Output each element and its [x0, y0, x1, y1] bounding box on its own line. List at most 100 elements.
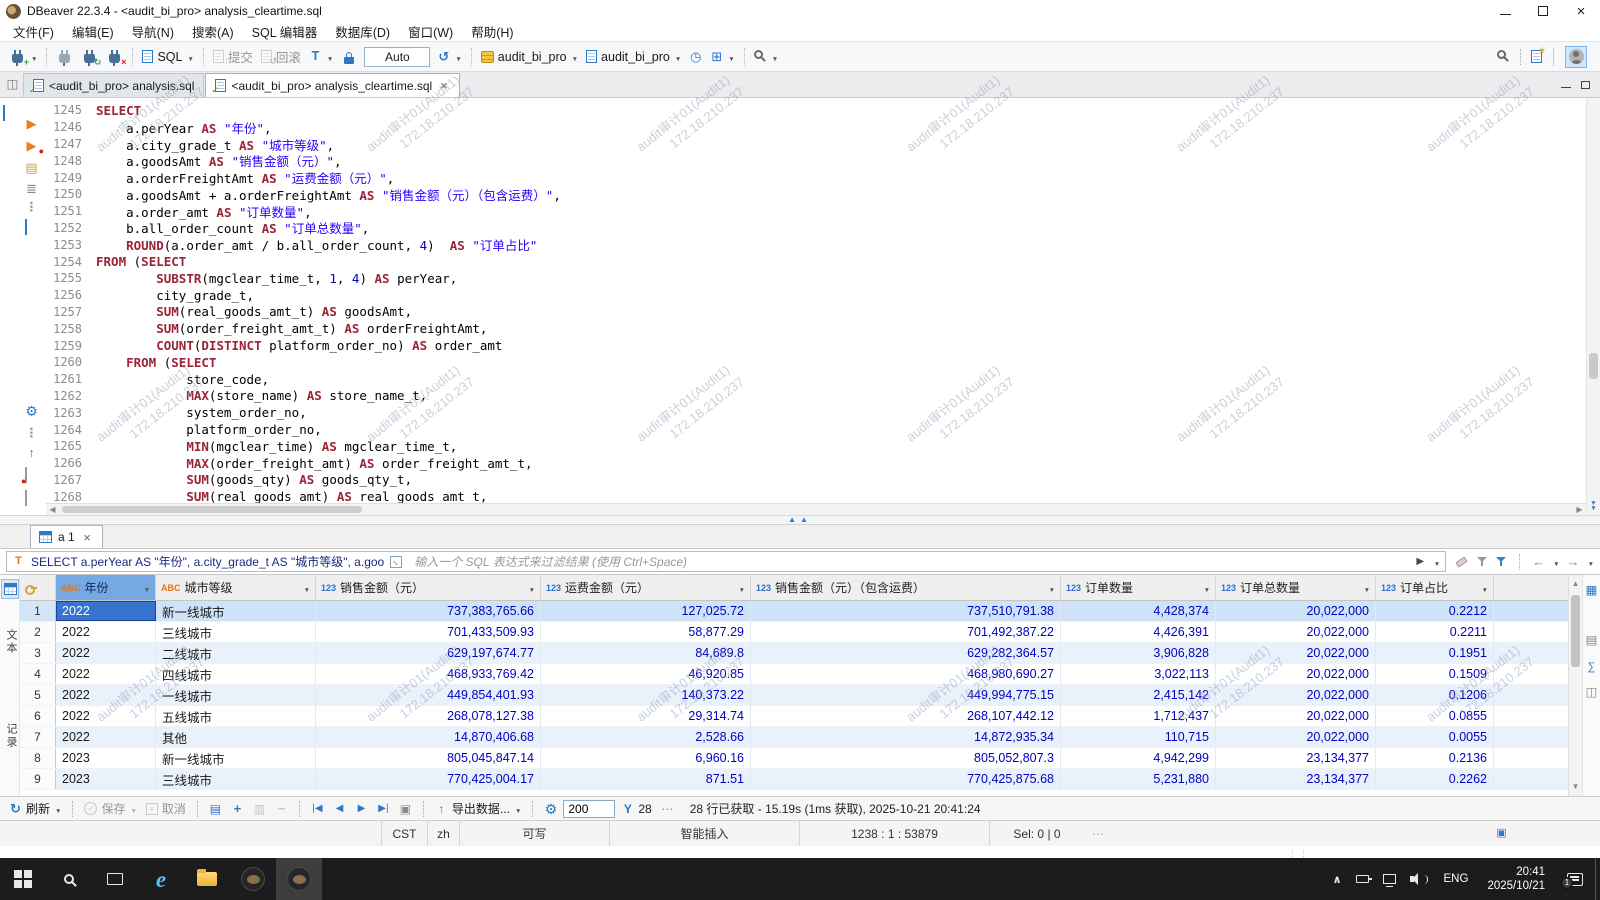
grid-cell[interactable]: 20,022,000 — [1216, 643, 1376, 663]
run-new-tab-button[interactable]: ● — [25, 138, 38, 153]
maximize-button[interactable] — [1524, 0, 1562, 22]
column-header-6[interactable]: 123订单总数量 — [1216, 575, 1376, 600]
grid-cell[interactable]: 2023 — [56, 769, 156, 789]
results-vscroll-thumb[interactable] — [1571, 595, 1580, 667]
grid-cell[interactable]: 0.2212 — [1376, 601, 1494, 621]
next-result-icon[interactable] — [1567, 555, 1580, 569]
scroll-up-icon[interactable] — [1569, 577, 1582, 591]
more-options-button[interactable] — [658, 799, 677, 819]
export-file-button[interactable] — [25, 446, 38, 460]
sort-caret-icon[interactable] — [1364, 581, 1370, 595]
column-header-4[interactable]: 123销售金额（元）（包含运费） — [751, 575, 1061, 600]
grid-cell[interactable]: 0.2262 — [1376, 769, 1494, 789]
minimize-button[interactable] — [1486, 0, 1524, 22]
database-selector[interactable]: audit_bi_pro — [477, 45, 582, 69]
query-history-button-dropdown-icon[interactable] — [455, 50, 461, 64]
grid-cell[interactable]: 5,231,880 — [1061, 769, 1216, 789]
row-number-cell[interactable]: 3 — [20, 643, 56, 663]
sort-caret-icon[interactable] — [144, 581, 150, 595]
first-row-button[interactable] — [308, 799, 327, 819]
record-mode-tab[interactable]: 记录 — [3, 723, 19, 749]
dashboard-button[interactable] — [685, 45, 706, 69]
menu-item-1[interactable]: 编辑(E) — [63, 20, 123, 43]
grid-cell[interactable]: 805,045,847.14 — [316, 748, 541, 768]
editor-hscrollbar[interactable] — [46, 503, 1586, 515]
text-presentation-tab[interactable]: 文本 — [3, 629, 19, 655]
row-number-cell[interactable]: 9 — [20, 769, 56, 789]
grid-cell[interactable]: 127,025.72 — [541, 601, 751, 621]
menu-item-2[interactable]: 导航(N) — [123, 20, 183, 43]
filter-dropdown-icon[interactable] — [1434, 555, 1440, 569]
sql-editor[interactable]: 1245SELECT1246 a.perYear AS "年份",1247 a.… — [46, 98, 1586, 503]
collapse-panel-icon[interactable] — [788, 513, 812, 527]
grid-cell[interactable]: 新一线城市 — [156, 748, 316, 768]
grid-cell[interactable]: 701,492,387.22 — [751, 622, 1061, 642]
ie-button[interactable]: e — [138, 858, 184, 900]
toolbar-search-button[interactable] — [750, 45, 782, 69]
grid-cell[interactable]: 468,980,690.27 — [751, 664, 1061, 684]
usb-button[interactable] — [1349, 858, 1376, 900]
custom-filter-icon[interactable] — [12, 555, 25, 569]
grid-cell[interactable]: 629,282,364.57 — [751, 643, 1061, 663]
grid-cell[interactable]: 449,994,775.15 — [751, 685, 1061, 705]
export-data-button-dropdown-icon[interactable] — [515, 802, 521, 816]
grid-cell[interactable]: 468,933,769.42 — [316, 664, 541, 684]
lock-toggle-button[interactable] — [337, 45, 361, 69]
grid-cell[interactable]: 629,197,674.77 — [316, 643, 541, 663]
file-button[interactable] — [25, 491, 27, 505]
row-number-cell[interactable]: 8 — [20, 748, 56, 768]
refresh-button-dropdown-icon[interactable] — [55, 802, 61, 816]
new-connection-button-dropdown-icon[interactable] — [31, 50, 37, 64]
new-connection-button[interactable]: + — [5, 45, 41, 69]
grid-presentation-tab[interactable] — [1, 579, 19, 599]
grid-cell[interactable]: 0.1206 — [1376, 685, 1494, 705]
menu-item-7[interactable]: 帮助(H) — [462, 20, 522, 43]
network-button[interactable] — [1376, 858, 1403, 900]
database-selector-dropdown-icon[interactable] — [572, 50, 578, 64]
grid-cell[interactable]: 58,877.29 — [541, 622, 751, 642]
search-icon[interactable] — [1497, 50, 1506, 59]
language-indicator[interactable]: ENG — [1435, 858, 1478, 900]
task-view-button[interactable] — [92, 858, 138, 900]
grid-cell[interactable]: 四线城市 — [156, 664, 316, 684]
grid-cell[interactable]: 4,428,374 — [1061, 601, 1216, 621]
grid-cell[interactable]: 3,022,113 — [1061, 664, 1216, 684]
row-number-cell[interactable]: 7 — [20, 727, 56, 747]
editor-vscroll-thumb[interactable] — [1589, 353, 1598, 379]
edit-cell-button[interactable] — [206, 799, 225, 819]
prev-row-button[interactable] — [330, 799, 349, 819]
grid-cell[interactable]: 20,022,000 — [1216, 601, 1376, 621]
row-number-cell[interactable]: 4 — [20, 664, 56, 684]
outline-button[interactable] — [25, 181, 38, 196]
tab-close-icon[interactable] — [81, 530, 94, 544]
sql-editor-button-dropdown-icon[interactable] — [187, 50, 193, 64]
notification-button[interactable]: 1 — [1555, 858, 1595, 900]
results-tab[interactable]: a 1 — [30, 525, 103, 548]
bookmark-panel-button[interactable] — [3, 106, 5, 120]
grid-cell[interactable]: 三线城市 — [156, 769, 316, 789]
taskbar-search-button[interactable] — [46, 858, 92, 900]
grid-cell[interactable]: 2022 — [56, 664, 156, 684]
dots-button[interactable] — [25, 426, 38, 440]
calc-panel-button[interactable] — [1585, 659, 1598, 675]
fetch-settings-button[interactable] — [541, 799, 560, 819]
menu-item-0[interactable]: 文件(F) — [4, 20, 63, 43]
editor-gear-button[interactable] — [25, 404, 38, 419]
explain-plan-button[interactable] — [706, 45, 738, 69]
grid-cell[interactable]: 2022 — [56, 706, 156, 726]
row-number-cell[interactable]: 6 — [20, 706, 56, 726]
tab-close-icon[interactable] — [437, 79, 450, 93]
transaction-mode-button[interactable] — [305, 45, 337, 69]
editor-vscrollbar[interactable] — [1586, 98, 1600, 515]
grid-cell[interactable]: 23,134,377 — [1216, 769, 1376, 789]
column-header-0[interactable]: ABC年份 — [56, 575, 156, 600]
goto-row-button[interactable] — [396, 799, 415, 819]
grid-cell[interactable]: 0.2211 — [1376, 622, 1494, 642]
menu-item-5[interactable]: 数据库(D) — [326, 20, 399, 43]
grid-cell[interactable]: 2,415,142 — [1061, 685, 1216, 705]
minimize-editor-icon[interactable] — [1561, 87, 1571, 88]
grid-cell[interactable]: 0.1509 — [1376, 664, 1494, 684]
grid-cell[interactable]: 0.0055 — [1376, 727, 1494, 747]
close-button[interactable] — [1562, 0, 1600, 22]
row-number-cell[interactable]: 1 — [20, 601, 56, 621]
